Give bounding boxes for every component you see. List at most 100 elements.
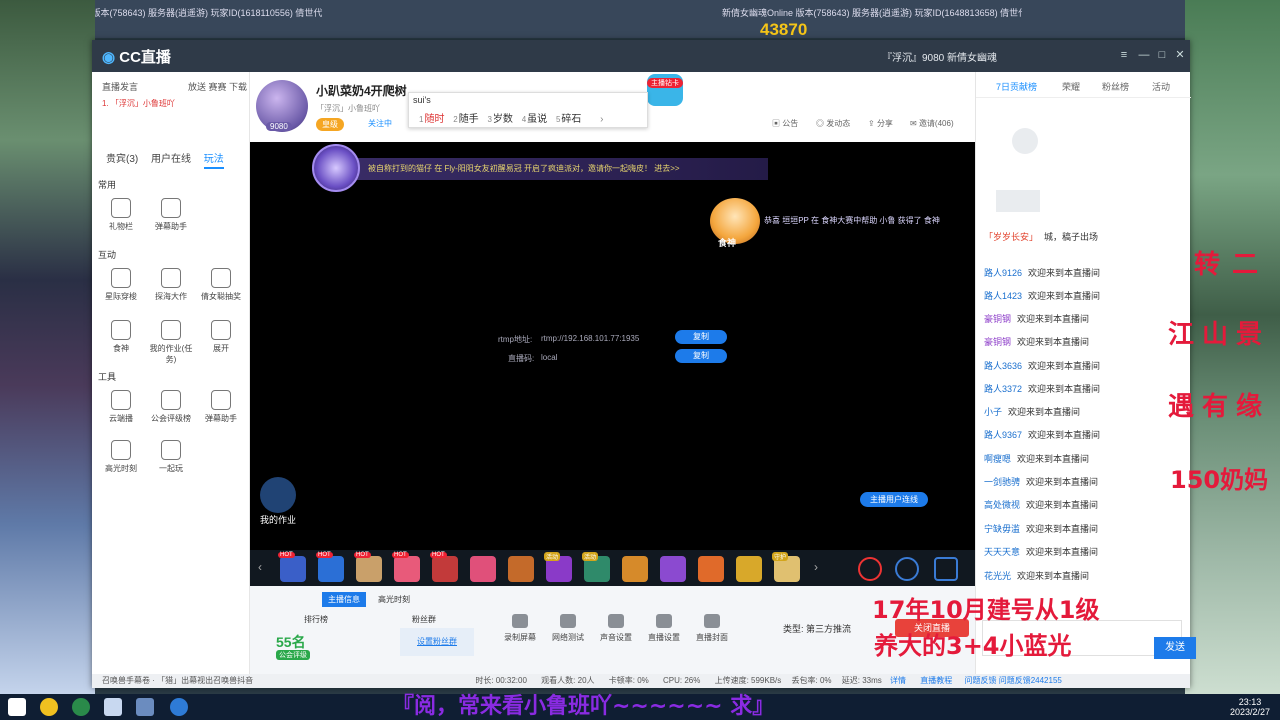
status-duration: 时长: 00:32:00 [475,676,527,685]
gift-next-icon[interactable]: › [814,560,818,574]
gift-item[interactable] [698,556,724,582]
ime-candidate-3[interactable]: 岁数 [493,114,513,125]
ime-candidates: 1随时 2随手 3岁数 4虽说 5碎石 › [419,114,604,125]
record-screen-button[interactable]: 录制屏幕 [500,614,540,643]
send-button[interactable]: 发送 [1154,637,1196,659]
ime-candidate-1[interactable]: 随时 [424,114,444,125]
cc-taskbar-icon[interactable] [170,698,188,716]
overlay-text-4: 150奶妈 [1170,466,1269,494]
app-icon[interactable] [40,698,58,716]
ime-candidate-4[interactable]: 虽说 [527,114,547,125]
section-common: 常用 [98,180,117,190]
follow-button[interactable]: 关注中 [368,118,392,129]
overlay-text-2: 江山景 [1168,320,1271,350]
chat-line: 小子 欢迎来到本直播间 [984,407,1081,417]
left-panel-header: 直播发言 放送 赛赛 下载 [102,82,247,92]
gift-item[interactable]: 活动 [544,552,572,582]
tab-activity[interactable]: 活动 [1152,80,1170,93]
status-notice: 召唤兽手幕卷 · 「猎」出幕视出召唤兽抖音 [102,676,254,685]
tab-host-info[interactable]: 主播信息 [322,592,366,607]
gift-item[interactable]: 活动 [582,552,610,582]
ime-candidate-5[interactable]: 碎石 [561,114,581,125]
tool-barrage-helper-2[interactable]: 弹幕助手 [196,390,246,424]
ime-candidate-2[interactable]: 随手 [459,114,479,125]
status-feedback-link[interactable]: 问题反馈 问题反馈2442155 [964,676,1061,685]
tool-highlight[interactable]: 高光时刻 [96,440,146,474]
my-work-button[interactable]: 我的作业 [250,477,306,527]
app-icon[interactable] [104,698,122,716]
gift-prev-icon[interactable]: ‹ [258,560,262,574]
maximize-icon[interactable]: □ [1154,47,1170,63]
tool-my-task[interactable]: 我的作业(任务) [146,320,196,365]
chat-line: 天天天意 欢迎来到本直播间 [984,547,1099,557]
gift-special-icon[interactable] [858,557,882,581]
party-avatar-icon [312,144,360,192]
tool-barrage-helper[interactable]: 弹幕助手 [146,198,196,232]
tab-online-users[interactable]: 用户在线 [151,150,191,165]
tab-7day-contribution[interactable]: 7日贡献榜 [996,80,1037,93]
gift-special-icon[interactable] [934,557,958,581]
chat-line: 「岁岁长安」 城，稿子出场 [984,232,1099,242]
host-info-panel: 主播信息 高光时刻 排行榜 粉丝群 55名 公会评级 设置粉丝群 录制屏幕 网络… [250,586,975,674]
gift-item[interactable] [508,556,534,582]
minimize-icon[interactable]: — [1136,47,1152,63]
tab-highlight[interactable]: 高光时刻 [372,592,416,607]
tool-expand[interactable]: 展开 [196,320,246,354]
tool-lottery[interactable]: 倩女聪抽奖 [196,268,246,302]
ime-candidate-popup: sui's 1随时 2随手 3岁数 4虽说 5碎石 › [408,92,648,128]
status-bar: 召唤兽手幕卷 · 「猎」出幕视出召唤兽抖音 时长: 00:32:00 观看人数:… [92,674,1190,688]
copy-key-button[interactable]: 复制 [675,349,727,363]
status-help-link[interactable]: 直播教程 [920,676,952,685]
gift-item[interactable]: HOT [392,552,420,582]
room-name: 小趴菜奶4开爬树 [316,84,407,98]
tool-sea-explore[interactable]: 探海大作 [146,268,196,302]
gift-item[interactable]: HOT [430,552,458,582]
gift-item[interactable] [736,556,762,582]
tab-guests[interactable]: 贵宾(3) [106,150,138,165]
post-dynamic-button[interactable]: ◎ 发动态 [816,118,850,129]
contributor-avatar[interactable] [996,190,1040,212]
announcement-button[interactable]: ▣ 公告 [772,118,798,129]
tool-guild-rank[interactable]: 公会评级榜 [146,390,196,424]
camera-icon [512,614,528,628]
gift-special-icon[interactable] [895,557,919,581]
tool-play-together[interactable]: 一起玩 [146,440,196,474]
share-button[interactable]: ⇪ 分享 [868,118,893,129]
speaker-icon [608,614,624,628]
status-detail-link[interactable]: 详情 [890,676,906,685]
gift-item[interactable]: HOT [278,552,306,582]
host-user-link-button[interactable]: 主播用户连线 [860,492,928,507]
gift-item[interactable]: 守护 [772,552,800,582]
gear-icon [656,614,672,628]
left-panel-first-item[interactable]: 1. 「浮沉」小鲁班吖 [102,98,175,109]
ime-next-icon[interactable]: › [600,114,603,125]
tool-star-travel[interactable]: 星际穿梭 [96,268,146,302]
setup-fans-group-link[interactable]: 设置粉丝群 [400,628,474,656]
contributor-avatar[interactable] [1012,128,1038,154]
close-icon[interactable]: ✕ [1172,47,1188,63]
app-icon[interactable] [72,698,90,716]
chat-line: 路人3372 欢迎来到本直播间 [984,384,1101,394]
live-settings-button[interactable]: 直播设置 [644,614,684,643]
audio-settings-button[interactable]: 声音设置 [596,614,636,643]
network-test-button[interactable]: 网络测试 [548,614,588,643]
tool-cloud-live[interactable]: 云端播 [96,390,146,424]
tool-food-god[interactable]: 食神 [96,320,146,354]
live-cover-button[interactable]: 直播封面 [692,614,732,643]
gift-item[interactable] [470,556,496,582]
gift-item[interactable]: HOT [316,552,344,582]
gift-item[interactable] [622,556,648,582]
tab-honor[interactable]: 荣耀 [1062,80,1080,93]
tool-gift-bar[interactable]: 礼物栏 [96,198,146,232]
menu-icon[interactable]: ≡ [1116,47,1132,63]
gift-item[interactable]: HOT [354,552,382,582]
tab-play[interactable]: 玩法 [203,150,224,169]
windows-start-icon[interactable] [8,698,26,716]
tab-fans-rank[interactable]: 粉丝榜 [1102,80,1129,93]
gift-item[interactable] [660,556,686,582]
party-banner[interactable]: 被自称打到的猫仔 在 Fly-阳阳女友初醒易冠 开启了疯迪派对，邀请你一起嗨皮！… [318,158,768,180]
system-clock: 23:13 2023/2/27 [1230,697,1271,717]
invite-button[interactable]: ✉ 邀请(406) [910,118,954,129]
copy-rtmp-button[interactable]: 复制 [675,330,727,344]
app-icon[interactable] [136,698,154,716]
